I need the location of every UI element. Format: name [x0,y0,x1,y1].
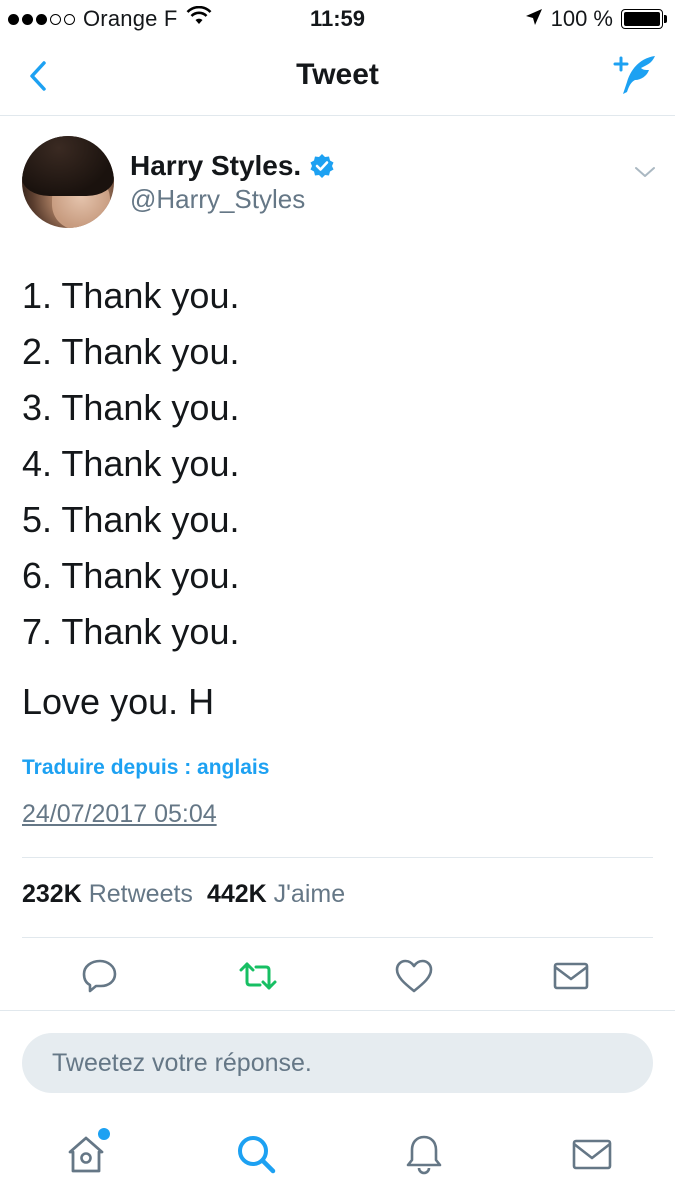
notification-dot [98,1128,110,1140]
nav-bar: Tweet [0,38,675,116]
author-name-row[interactable]: Harry Styles. [130,150,335,182]
tweet-actions [0,956,675,1000]
tweet-line: 6. Thank you. [22,555,240,596]
search-icon [238,1136,276,1174]
status-right: 100 % [525,6,667,32]
envelope-icon [572,1139,612,1170]
like-button[interactable] [394,956,434,996]
tab-messages[interactable] [570,1132,614,1176]
location-arrow-icon [525,6,543,32]
verified-badge-icon [310,154,334,178]
divider [22,857,653,858]
tweet-line: 2. Thank you. [22,331,240,372]
reply-icon [82,959,117,993]
likes-stat[interactable]: 442K J'aime [207,880,349,909]
compose-tweet-icon [613,56,655,94]
battery-icon [621,9,667,29]
divider [22,937,653,938]
likes-label: J'aime [273,880,346,908]
tab-bar [0,1110,675,1200]
tweet-line: 3. Thank you. [22,387,240,428]
battery-percent: 100 % [550,6,613,31]
author-handle[interactable]: @Harry_Styles [130,184,305,215]
retweet-icon [239,962,277,990]
chevron-down-icon[interactable] [633,160,657,184]
tab-notifications[interactable] [402,1132,446,1176]
avatar[interactable] [22,136,114,228]
tweet-line: 5. Thank you. [22,499,240,540]
tweet-timestamp[interactable]: 24/07/2017 05:04 [22,800,217,829]
tweet-line: 7. Thank you. [22,611,240,652]
translate-link[interactable]: Traduire depuis : anglais [22,756,269,780]
author-name: Harry Styles. [130,150,302,181]
tweet-stats: 232K Retweets 442K J'aime [22,880,349,909]
page-title: Tweet [296,58,379,91]
likes-count: 442K [206,880,267,908]
heart-icon [395,959,433,993]
envelope-icon [553,962,589,990]
tab-home[interactable] [64,1128,110,1176]
reply-button[interactable] [80,956,120,996]
tweet-line: 4. Thank you. [22,443,240,484]
bell-icon [406,1135,442,1175]
tweet-text: 1. Thank you. 2. Thank you. 3. Thank you… [22,268,652,730]
reply-bar: Tweetez votre réponse. [0,1010,675,1105]
tab-search[interactable] [234,1132,278,1176]
retweet-button[interactable] [238,956,278,996]
retweets-label: Retweets [88,880,193,908]
compose-tweet-button[interactable] [611,52,659,100]
status-bar: Orange F 11:59 100 % [0,0,675,38]
tweet-signoff: Love you. H [22,681,215,722]
tweet-line: 1. Thank you. [22,275,240,316]
retweets-count: 232K [22,880,82,908]
retweets-stat[interactable]: 232K Retweets [22,880,197,909]
reply-input[interactable]: Tweetez votre réponse. [22,1033,653,1093]
direct-message-button[interactable] [551,956,591,996]
tweet-header: Harry Styles. @Harry_Styles [0,116,675,244]
